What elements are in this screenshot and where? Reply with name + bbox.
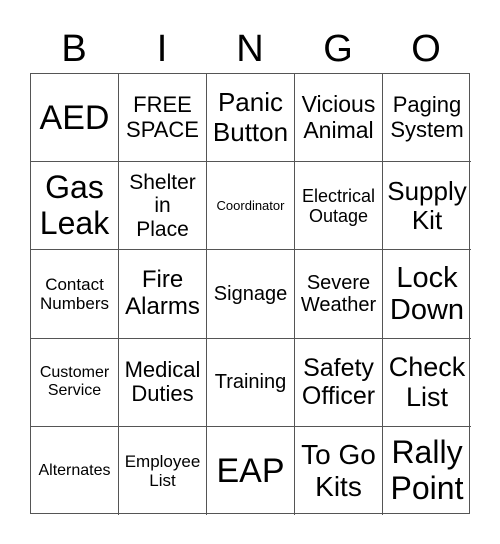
bingo-cell-free-space[interactable]: FREE SPACE (119, 74, 207, 163)
bingo-cell[interactable]: Employee List (119, 426, 207, 515)
bingo-cell[interactable]: Signage (207, 250, 295, 339)
bingo-cell[interactable]: Alternates (31, 426, 119, 515)
header-letter-b: B (61, 28, 87, 70)
bingo-cell[interactable]: AED (31, 74, 119, 163)
bingo-cell[interactable]: Supply Kit (383, 162, 471, 251)
bingo-cell[interactable]: Lock Down (383, 250, 471, 339)
header-letter-o: O (411, 28, 441, 70)
bingo-cell[interactable]: Paging System (383, 74, 471, 163)
bingo-cell[interactable]: Vicious Animal (295, 74, 383, 163)
bingo-cell[interactable]: To Go Kits (295, 426, 383, 515)
bingo-cell[interactable]: Customer Service (31, 338, 119, 427)
header-letter-i: I (156, 28, 168, 70)
bingo-cell[interactable]: Coordinator (207, 162, 295, 251)
bingo-cell[interactable]: Rally Point (383, 427, 471, 515)
bingo-cell[interactable]: Check List (383, 339, 471, 427)
bingo-header: B I N G O (30, 26, 470, 72)
bingo-cell[interactable]: Severe Weather (295, 250, 383, 339)
bingo-cell[interactable]: Safety Officer (295, 338, 383, 427)
bingo-cell[interactable]: Medical Duties (119, 338, 207, 427)
header-letter-g: G (323, 28, 353, 70)
header-letter-n: N (236, 28, 264, 70)
bingo-grid: AED FREE SPACE Panic Button Vicious Anim… (30, 73, 471, 515)
bingo-cell[interactable]: Gas Leak (31, 162, 119, 251)
bingo-cell[interactable]: Training (207, 338, 295, 427)
bingo-cell[interactable]: Electrical Outage (295, 162, 383, 251)
bingo-cell[interactable]: Panic Button (207, 74, 295, 163)
bingo-cell[interactable]: EAP (207, 426, 295, 515)
bingo-cell[interactable]: Shelter in Place (119, 162, 207, 251)
bingo-cell[interactable]: Fire Alarms (119, 250, 207, 339)
bingo-cell[interactable]: Contact Numbers (31, 250, 119, 339)
